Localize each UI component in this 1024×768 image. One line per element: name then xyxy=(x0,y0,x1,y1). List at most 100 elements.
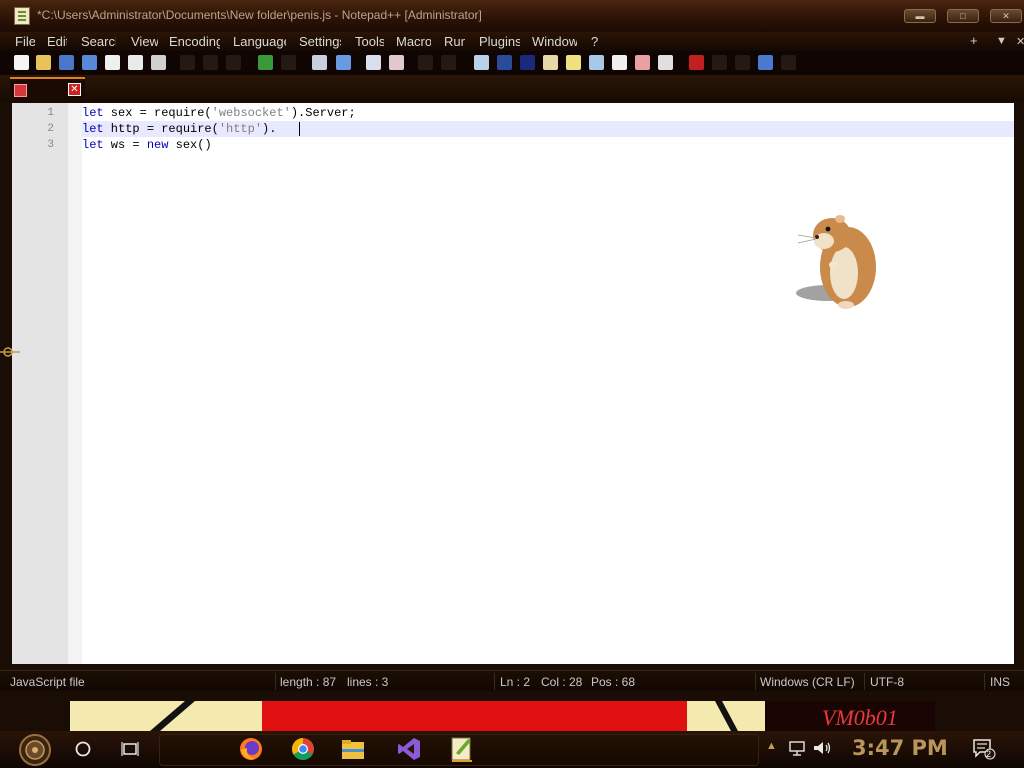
cut-icon[interactable] xyxy=(180,55,195,70)
stop-macro-icon[interactable] xyxy=(712,55,727,70)
menu-encoding[interactable]: Encoding xyxy=(169,34,220,49)
tab-penis-js[interactable]: penis.js ✕ xyxy=(10,77,85,101)
menu-view[interactable]: View xyxy=(131,34,158,49)
title-bar: *C:\Users\Administrator\Documents\New fo… xyxy=(0,0,1024,33)
desktop-wallpaper: VM0b01 xyxy=(0,691,1024,731)
menu-run[interactable]: Run xyxy=(444,34,465,49)
status-lines: lines : 3 xyxy=(347,675,389,689)
open-file-icon[interactable] xyxy=(36,55,51,70)
code-string: 'websocket' xyxy=(211,106,291,120)
status-length: length : 87 xyxy=(280,675,337,689)
udl-icon[interactable] xyxy=(543,55,558,70)
start-button-icon[interactable] xyxy=(12,733,58,767)
menu-help[interactable]: ? xyxy=(591,34,601,49)
undo-icon[interactable] xyxy=(258,55,273,70)
status-bar: JavaScript file length : 87 lines : 3 Ln… xyxy=(0,670,1024,692)
visual-studio-icon[interactable] xyxy=(396,736,422,762)
code-text: sex() xyxy=(168,138,212,152)
code-string: 'http' xyxy=(218,122,263,136)
tab-list-button[interactable]: ▼ xyxy=(996,35,1007,47)
folder-workspace-icon[interactable] xyxy=(612,55,627,70)
paste-icon[interactable] xyxy=(226,55,241,70)
doc-map-icon[interactable] xyxy=(566,55,581,70)
tab-bar: penis.js ✕ xyxy=(0,75,1024,102)
status-separator xyxy=(984,673,985,690)
maximize-button[interactable]: □ xyxy=(947,9,979,23)
monitoring-icon[interactable] xyxy=(635,55,650,70)
save-macro-icon[interactable] xyxy=(781,55,796,70)
code-line[interactable]: let sex = require('websocket').Server; xyxy=(82,105,1014,121)
close-all-icon[interactable] xyxy=(128,55,143,70)
menu-edit[interactable]: Edit xyxy=(47,34,67,49)
line-number: 3 xyxy=(47,139,54,151)
line-number: 1 xyxy=(47,107,54,119)
firefox-icon[interactable] xyxy=(238,736,264,762)
zoom-out-icon[interactable] xyxy=(389,55,404,70)
window-resize-handle-icon[interactable] xyxy=(0,344,20,360)
chrome-icon[interactable] xyxy=(290,736,316,762)
show-all-chars-icon[interactable] xyxy=(497,55,512,70)
notepad-plus-plus-taskbar-icon[interactable] xyxy=(450,735,474,762)
taskbar-overflow-icon[interactable]: ▲ xyxy=(766,740,777,752)
file-explorer-icon[interactable] xyxy=(340,737,366,761)
print-icon[interactable] xyxy=(151,55,166,70)
menu-file[interactable]: File xyxy=(15,34,35,49)
record-macro-icon[interactable] xyxy=(689,55,704,70)
wallpaper-label: VM0b01 xyxy=(822,705,898,730)
function-list-icon[interactable] xyxy=(589,55,604,70)
fold-margin xyxy=(68,103,82,664)
close-button[interactable]: ✕ xyxy=(990,9,1022,23)
code-line-current[interactable]: let http = require('http'). xyxy=(82,121,1014,137)
zoom-in-icon[interactable] xyxy=(366,55,381,70)
menu-settings[interactable]: Settings xyxy=(299,34,341,49)
menu-bar: File Edit Search View Encoding Language … xyxy=(0,32,1024,51)
close-document-button[interactable]: ✕ xyxy=(1016,35,1024,48)
window-title: *C:\Users\Administrator\Documents\New fo… xyxy=(37,8,482,22)
task-view-icon[interactable] xyxy=(121,740,139,758)
unsaved-icon xyxy=(14,84,27,97)
menu-tools[interactable]: Tools xyxy=(355,34,384,49)
code-line[interactable]: let ws = new sex() xyxy=(82,137,1014,153)
code-keyword: let xyxy=(82,138,104,152)
add-tab-button[interactable]: + xyxy=(970,33,978,48)
status-separator xyxy=(494,673,495,690)
volume-icon[interactable] xyxy=(812,739,832,757)
word-wrap-icon[interactable] xyxy=(474,55,489,70)
menu-language[interactable]: Language xyxy=(233,34,286,49)
replace-icon[interactable] xyxy=(336,55,351,70)
run-macro-multiple-icon[interactable] xyxy=(758,55,773,70)
status-separator xyxy=(864,673,865,690)
close-icon[interactable] xyxy=(105,55,120,70)
sync-horizontal-icon[interactable] xyxy=(441,55,456,70)
status-ln: Ln : 2 xyxy=(500,675,531,689)
new-file-icon[interactable] xyxy=(14,55,29,70)
play-macro-icon[interactable] xyxy=(735,55,750,70)
sync-vertical-icon[interactable] xyxy=(418,55,433,70)
menu-window[interactable]: Window xyxy=(532,34,577,49)
tab-close-icon[interactable]: ✕ xyxy=(68,83,81,96)
code-text: ws = xyxy=(103,138,147,152)
menu-macro[interactable]: Macro xyxy=(396,34,431,49)
network-icon[interactable] xyxy=(788,739,806,757)
status-col: Col : 28 xyxy=(541,675,583,689)
indent-guide-icon[interactable] xyxy=(520,55,535,70)
menu-plugins[interactable]: Plugins xyxy=(479,34,520,49)
system-clock[interactable]: 3:47 PM xyxy=(852,736,948,760)
status-encoding: UTF-8 xyxy=(870,675,904,689)
status-separator xyxy=(275,673,276,690)
copy-icon[interactable] xyxy=(203,55,218,70)
save-all-icon[interactable] xyxy=(82,55,97,70)
status-separator xyxy=(755,673,756,690)
code-keyword: let xyxy=(82,106,104,120)
redo-icon[interactable] xyxy=(281,55,296,70)
status-file-type: JavaScript file xyxy=(10,675,85,689)
search-icon[interactable] xyxy=(74,740,92,758)
minimize-button[interactable]: ▬ xyxy=(904,9,936,23)
find-icon[interactable] xyxy=(312,55,327,70)
menu-search[interactable]: Search xyxy=(81,34,116,49)
save-icon[interactable] xyxy=(59,55,74,70)
eye-icon[interactable] xyxy=(658,55,673,70)
hamster-pet[interactable] xyxy=(788,207,884,317)
code-editor[interactable]: let sex = require('websocket').Server; l… xyxy=(82,103,1014,664)
notifications-icon[interactable] xyxy=(972,738,996,760)
